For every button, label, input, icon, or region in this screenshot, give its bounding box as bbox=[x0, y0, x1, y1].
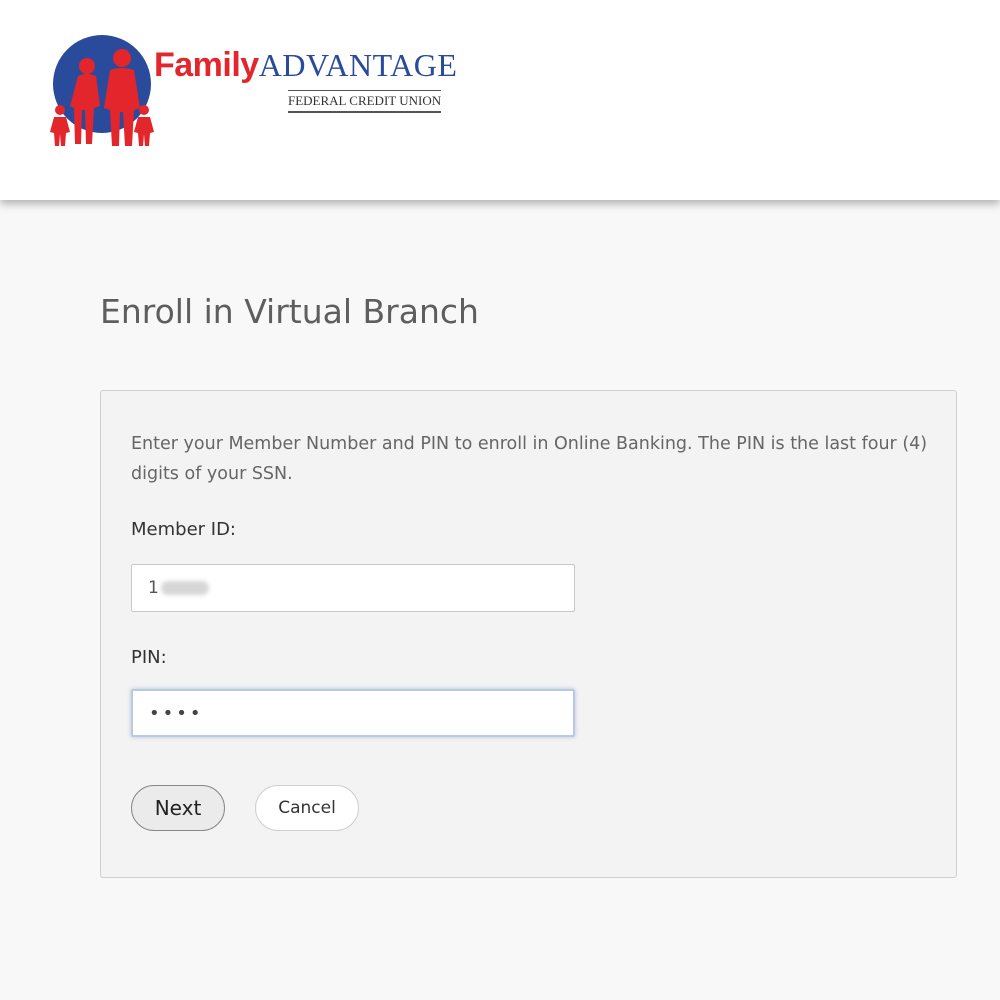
credit-union-logo[interactable]: FamilyADVANTAGE FEDERAL CREDIT UNION bbox=[44, 28, 494, 158]
site-header: FamilyADVANTAGE FEDERAL CREDIT UNION bbox=[0, 0, 1000, 200]
member-id-label: Member ID: bbox=[131, 519, 236, 540]
logo-subtitle: FEDERAL CREDIT UNION bbox=[288, 90, 442, 113]
cancel-button[interactable]: Cancel bbox=[255, 785, 359, 831]
redacted-mask bbox=[160, 581, 209, 595]
logo-word-advantage: ADVANTAGE bbox=[258, 47, 458, 83]
form-instructions: Enter your Member Number and PIN to enro… bbox=[131, 434, 928, 484]
member-id-input[interactable]: 1 bbox=[131, 564, 575, 612]
pin-input[interactable]: •••• bbox=[131, 689, 575, 737]
next-button[interactable]: Next bbox=[131, 785, 225, 831]
logo-word-family: Family bbox=[154, 46, 259, 84]
pin-masked-value: •••• bbox=[149, 702, 204, 724]
logo-wordmark: FamilyADVANTAGE bbox=[154, 46, 457, 85]
member-id-value: 1 bbox=[148, 578, 159, 598]
pin-label: PIN: bbox=[131, 647, 167, 668]
enroll-form-panel: Enter your Member Number and PIN to enro… bbox=[100, 390, 957, 878]
page-title: Enroll in Virtual Branch bbox=[100, 292, 479, 331]
